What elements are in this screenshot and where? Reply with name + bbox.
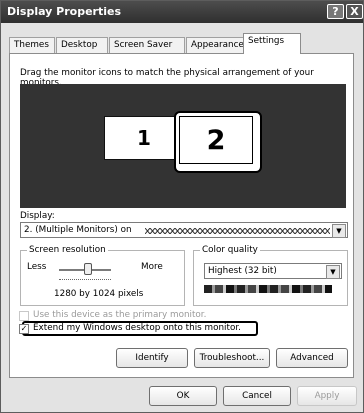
settings-panel: Drag the monitor icons to match the phys… [9, 53, 354, 378]
advanced-button[interactable]: Advanced [276, 348, 348, 368]
resolution-value: 1280 by 1024 pixels [54, 289, 144, 299]
identify-button[interactable]: Identify [116, 348, 188, 368]
display-select[interactable]: 2. (Multiple Monitors) on ▼ [20, 222, 348, 238]
resolution-slider-ticks [59, 279, 111, 281]
screen-resolution-group: Screen resolution Less More 1280 by 1024… [20, 245, 185, 306]
cancel-button[interactable]: Cancel [223, 386, 291, 406]
ok-button[interactable]: OK [149, 386, 217, 406]
tab-settings[interactable]: Settings [243, 33, 301, 54]
screen-resolution-title: Screen resolution [27, 245, 108, 255]
title-bar[interactable]: Display Properties ? X [1, 1, 363, 23]
color-quality-title: Color quality [200, 245, 260, 255]
color-quality-value: Highest (32 bit) [208, 266, 277, 276]
primary-monitor-checkbox [19, 311, 29, 321]
monitor-2-selected[interactable]: 2 [174, 111, 262, 173]
monitor-1[interactable]: 1 [104, 116, 184, 160]
display-label: Display: [20, 211, 55, 221]
color-quality-preview [204, 285, 332, 293]
tab-screen-saver[interactable]: Screen Saver [109, 37, 185, 53]
display-properties-window: Display Properties ? X Themes Desktop Sc… [0, 0, 364, 413]
window-title: Display Properties [7, 5, 122, 18]
resolution-more-label: More [141, 262, 163, 272]
color-quality-group: Color quality Highest (32 bit) ▼ [193, 245, 348, 306]
monitor-name-redacted [145, 228, 330, 234]
extend-desktop-label[interactable]: Extend my Windows desktop onto this moni… [33, 323, 241, 333]
color-quality-select[interactable]: Highest (32 bit) ▼ [204, 263, 342, 279]
resolution-slider-thumb[interactable] [84, 263, 92, 275]
monitor-2-label: 2 [179, 116, 253, 164]
troubleshoot-button[interactable]: Troubleshoot... [194, 348, 270, 368]
chevron-down-icon[interactable]: ▼ [332, 224, 346, 238]
tab-appearance[interactable]: Appearance [186, 37, 250, 53]
close-button[interactable]: X [346, 4, 363, 19]
tab-themes[interactable]: Themes [9, 37, 55, 53]
display-select-value: 2. (Multiple Monitors) on [24, 225, 132, 235]
monitor-arrangement-area[interactable]: 1 2 [20, 84, 346, 208]
primary-monitor-label: Use this device as the primary monitor. [33, 310, 207, 320]
help-button[interactable]: ? [327, 4, 344, 19]
apply-button[interactable]: Apply [297, 386, 357, 406]
tab-desktop[interactable]: Desktop [56, 37, 108, 53]
resolution-less-label: Less [27, 262, 47, 272]
extend-desktop-checkbox[interactable]: ✓ [19, 324, 29, 334]
chevron-down-icon[interactable]: ▼ [326, 265, 340, 279]
